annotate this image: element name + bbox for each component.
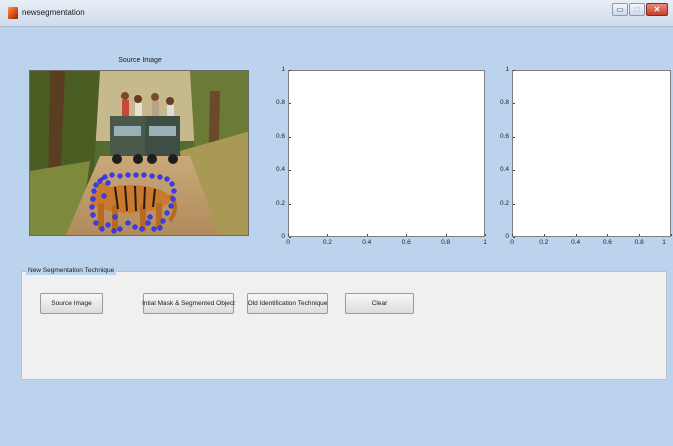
source-image-title: Source Image xyxy=(118,57,162,64)
axes-2-xtick-mark xyxy=(544,234,545,236)
axes-1-ytick-mark xyxy=(289,237,291,238)
axes-2-xtick-label: 0.4 xyxy=(571,239,581,246)
axes-2-ytick-mark xyxy=(513,237,515,238)
axes-1-xtick-mark xyxy=(406,234,407,236)
clear-button[interactable]: Clear xyxy=(345,293,414,314)
axes-2-xtick-mark xyxy=(607,234,608,236)
panel-title: New Segmentation Technique xyxy=(26,266,117,275)
segmentation-panel xyxy=(21,271,667,380)
axes-2-ytick-label: 0.8 xyxy=(499,99,509,107)
axes-1-ytick-mark xyxy=(289,137,291,138)
axes-1 xyxy=(288,70,485,237)
axes-1-ytick-mark xyxy=(289,70,291,71)
axes-2-ytick-label: 1 xyxy=(505,66,509,73)
close-button[interactable]: ✕ xyxy=(646,3,668,16)
axes-2-ytick-label: 0.2 xyxy=(499,199,509,207)
title-bar: newsegmentation ▭ □ ✕ xyxy=(0,0,673,27)
axes-1-ytick-label: 0.6 xyxy=(275,132,285,140)
old-identification-technique-button[interactable]: Old Identification Technique xyxy=(247,293,328,314)
axes-2-xtick-mark xyxy=(671,234,672,236)
initial-mask-segmented-object-button[interactable]: Intial Mask & Segmented Object xyxy=(142,293,235,314)
axes-2-xtick-mark xyxy=(639,234,640,236)
axes-2-xtick-label: 0.2 xyxy=(539,239,549,246)
axes-1-xtick-label: 0.6 xyxy=(401,239,411,246)
axes-2-ytick-mark xyxy=(513,204,515,205)
axes-1-xtick-label: 0.2 xyxy=(322,239,332,246)
axes-2-ytick-mark xyxy=(513,103,515,104)
axes-1-ytick-mark xyxy=(289,204,291,205)
window-controls: ▭ □ ✕ xyxy=(612,3,668,17)
source-image xyxy=(29,70,249,236)
axes-2 xyxy=(512,70,671,237)
axes-1-xtick-label: 0 xyxy=(286,239,290,246)
source-image-graphic xyxy=(30,71,248,235)
axes-1-xtick-mark xyxy=(288,234,289,236)
axes-1-xtick-mark xyxy=(446,234,447,236)
matlab-icon xyxy=(8,7,18,19)
axes-2-xtick-mark xyxy=(512,234,513,236)
axes-2-xtick-label: 0 xyxy=(510,239,514,246)
axes-2-xtick-label: 1 xyxy=(662,239,666,246)
window-title: newsegmentation xyxy=(22,8,85,17)
minimize-button[interactable]: ▭ xyxy=(612,3,628,16)
axes-2-ytick-mark xyxy=(513,170,515,171)
axes-1-ytick-label: 0.8 xyxy=(275,99,285,107)
axes-1-xtick-mark xyxy=(485,234,486,236)
axes-1-ytick-label: 0.4 xyxy=(275,166,285,174)
axes-2-ytick-mark xyxy=(513,137,515,138)
axes-1-xtick-mark xyxy=(327,234,328,236)
axes-1-xtick-mark xyxy=(367,234,368,236)
axes-1-xtick-label: 0.8 xyxy=(441,239,451,246)
axes-1-ytick-label: 1 xyxy=(281,66,285,73)
axes-1-xtick-label: 0.4 xyxy=(362,239,372,246)
axes-2-ytick-label: 0.6 xyxy=(499,132,509,140)
axes-1-ytick-mark xyxy=(289,103,291,104)
axes-2-ytick-mark xyxy=(513,70,515,71)
source-image-button[interactable]: Source Image xyxy=(40,293,103,314)
axes-2-xtick-label: 0.6 xyxy=(602,239,612,246)
axes-2-xtick-label: 0.8 xyxy=(634,239,644,246)
axes-2-xtick-mark xyxy=(576,234,577,236)
maximize-button[interactable]: □ xyxy=(629,3,645,16)
axes-1-ytick-label: 0.2 xyxy=(275,199,285,207)
axes-1-ytick-mark xyxy=(289,170,291,171)
axes-2-ytick-label: 0.4 xyxy=(499,166,509,174)
